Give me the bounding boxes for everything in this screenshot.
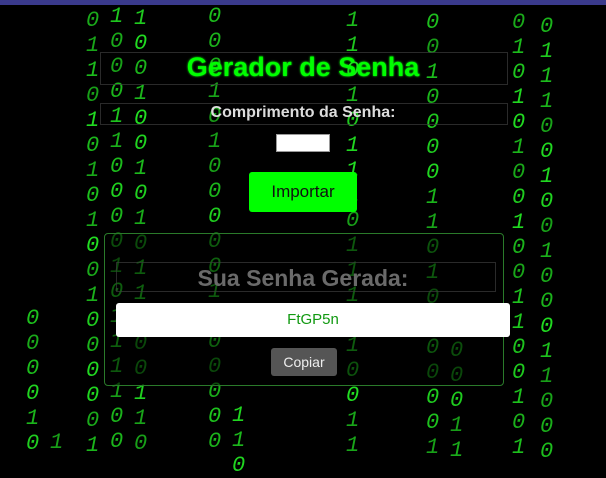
rain-glyph: 1 xyxy=(426,185,440,210)
rain-glyph: 1 xyxy=(86,433,100,458)
rain-glyph: 0 xyxy=(208,404,222,429)
rain-glyph: 0 xyxy=(540,439,554,464)
rain-glyph: 0 xyxy=(86,183,100,208)
rain-glyph: 0 xyxy=(134,431,148,456)
rain-glyph: 1 xyxy=(26,406,40,431)
rain-glyph: 0 xyxy=(540,289,554,314)
rain-glyph: 1 xyxy=(232,428,246,453)
generate-button[interactable]: Importar xyxy=(249,172,357,212)
rain-glyph: 1 xyxy=(450,438,464,463)
rain-glyph: 1 xyxy=(512,135,526,160)
rain-glyph: 0 xyxy=(26,331,40,356)
rain-glyph: 1 xyxy=(346,433,360,458)
rain-glyph: 0 xyxy=(540,189,554,214)
rain-glyph: 0 xyxy=(540,314,554,339)
generated-password-field[interactable]: FtGP5n xyxy=(116,303,510,337)
rain-glyph: 1 xyxy=(86,208,100,233)
rain-glyph: 0 xyxy=(512,335,526,360)
rain-glyph: 0 xyxy=(208,204,222,229)
rain-glyph: 1 xyxy=(232,403,246,428)
rain-glyph: 0 xyxy=(86,308,100,333)
rain-glyph: 0 xyxy=(86,358,100,383)
rain-glyph: 1 xyxy=(540,364,554,389)
rain-glyph: 1 xyxy=(50,430,64,455)
rain-glyph: 1 xyxy=(208,129,222,154)
rain-glyph: 0 xyxy=(86,233,100,258)
rain-glyph: 0 xyxy=(450,388,464,413)
rain-glyph: 1 xyxy=(346,133,360,158)
rain-glyph: 0 xyxy=(110,179,124,204)
rain-glyph: 0 xyxy=(346,383,360,408)
rain-glyph: 0 xyxy=(426,135,440,160)
rain-glyph: 0 xyxy=(208,429,222,454)
rain-glyph: 1 xyxy=(540,339,554,364)
rain-glyph: 0 xyxy=(540,214,554,239)
rain-glyph: 0 xyxy=(110,154,124,179)
rain-glyph: 0 xyxy=(86,8,100,33)
rain-glyph: 0 xyxy=(512,410,526,435)
rain-glyph: 0 xyxy=(110,429,124,454)
length-label: Comprimento da Senha: xyxy=(210,104,396,121)
page-title: Gerador de Senha xyxy=(186,52,420,82)
rain-glyph: 0 xyxy=(208,179,222,204)
rain-glyph: 0 xyxy=(134,181,148,206)
rain-glyph: 0 xyxy=(512,235,526,260)
rain-glyph: 0 xyxy=(110,204,124,229)
rain-glyph: 1 xyxy=(134,156,148,181)
rain-glyph: 1 xyxy=(110,129,124,154)
rain-glyph: 1 xyxy=(426,210,440,235)
rain-glyph: 0 xyxy=(512,10,526,35)
rain-glyph: 1 xyxy=(110,4,124,29)
result-title: Sua Senha Gerada: xyxy=(197,265,409,291)
rain-glyph: 1 xyxy=(86,158,100,183)
rain-glyph: 0 xyxy=(426,160,440,185)
rain-glyph: 0 xyxy=(208,29,222,54)
rain-glyph: 1 xyxy=(134,81,148,106)
rain-glyph: 0 xyxy=(86,408,100,433)
rain-glyph: 0 xyxy=(232,453,246,478)
rain-glyph: 0 xyxy=(426,10,440,35)
rain-glyph: 1 xyxy=(134,206,148,231)
rain-glyph: 0 xyxy=(26,431,40,456)
rain-glyph: 0 xyxy=(512,160,526,185)
rain-glyph: 0 xyxy=(134,131,148,156)
rain-glyph: 0 xyxy=(512,185,526,210)
rain-glyph: 0 xyxy=(26,306,40,331)
rain-glyph: 0 xyxy=(208,4,222,29)
rain-glyph: 1 xyxy=(426,435,440,460)
rain-glyph: 1 xyxy=(346,408,360,433)
rain-glyph: 1 xyxy=(134,406,148,431)
rain-glyph: 0 xyxy=(26,381,40,406)
rain-glyph: 0 xyxy=(86,133,100,158)
rain-glyph: 1 xyxy=(134,381,148,406)
rain-glyph: 0 xyxy=(540,414,554,439)
rain-glyph: 1 xyxy=(512,435,526,460)
copy-button[interactable]: Copiar xyxy=(271,348,337,376)
length-input[interactable] xyxy=(276,134,330,152)
rain-glyph: 1 xyxy=(540,164,554,189)
rain-glyph: 1 xyxy=(512,385,526,410)
rain-glyph: 0 xyxy=(540,14,554,39)
rain-glyph: 1 xyxy=(450,413,464,438)
rain-glyph: 0 xyxy=(86,383,100,408)
rain-glyph: 0 xyxy=(208,154,222,179)
rain-glyph: 0 xyxy=(512,360,526,385)
rain-glyph: 0 xyxy=(426,410,440,435)
rain-glyph: 0 xyxy=(426,385,440,410)
rain-glyph: 0 xyxy=(86,333,100,358)
rain-glyph: 1 xyxy=(134,6,148,31)
rain-glyph: 0 xyxy=(110,404,124,429)
rain-glyph: 1 xyxy=(346,8,360,33)
rain-glyph: 0 xyxy=(346,208,360,233)
rain-glyph: 0 xyxy=(540,139,554,164)
rain-glyph: 1 xyxy=(512,210,526,235)
rain-glyph: 1 xyxy=(540,239,554,264)
rain-glyph: 0 xyxy=(110,29,124,54)
rain-glyph: 1 xyxy=(512,310,526,335)
rain-glyph: 0 xyxy=(540,389,554,414)
rain-glyph: 0 xyxy=(26,356,40,381)
